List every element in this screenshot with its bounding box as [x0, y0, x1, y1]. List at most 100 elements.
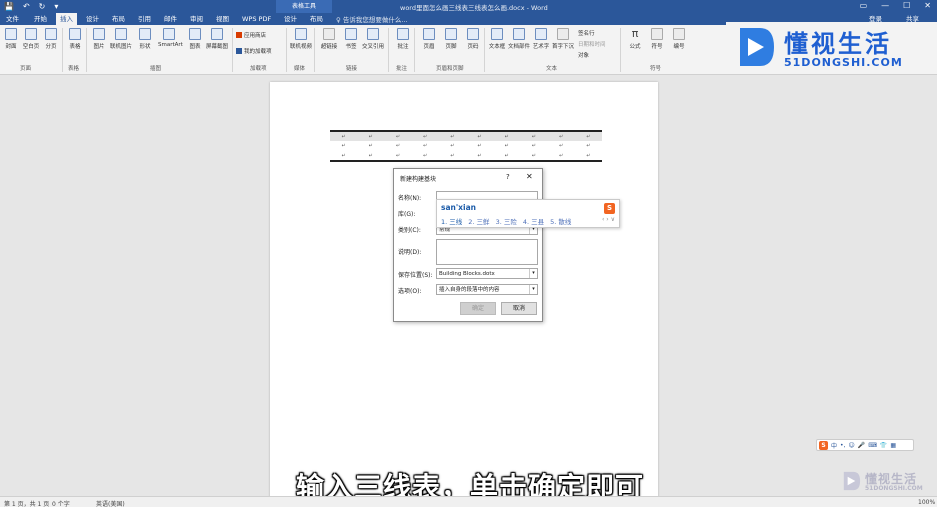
table-cell[interactable]: ↵: [438, 130, 466, 141]
language-indicator[interactable]: 英语(美国): [96, 499, 125, 507]
table-cell[interactable]: ↵: [411, 130, 439, 141]
comment-button[interactable]: 批注: [392, 28, 414, 50]
table-cell[interactable]: ↵: [493, 130, 521, 141]
help-button[interactable]: ?: [506, 173, 510, 181]
maximize-button[interactable]: ☐: [903, 1, 910, 10]
punctuation-toggle[interactable]: •,: [840, 442, 845, 449]
ime-page-nav[interactable]: ‹ › ∨: [602, 216, 615, 223]
page-count[interactable]: 第 1 页，共 1 页: [4, 499, 49, 507]
page-number-button[interactable]: 页码: [462, 28, 484, 50]
three-line-table[interactable]: ↵ ↵ ↵ ↵ ↵ ↵ ↵ ↵ ↵ ↵ ↵ ↵ ↵ ↵ ↵ ↵ ↵ ↵ ↵ ↵ ↵ ↵ ↵ ↵ ↵ ↵ ↵ ↵ ↵ ↵: [330, 130, 602, 166]
dialog-close-button[interactable]: ✕: [526, 172, 533, 181]
wordart-button[interactable]: 艺术字: [530, 28, 552, 50]
zoom-level[interactable]: 100%: [918, 499, 935, 506]
table-cell[interactable]: ↵: [520, 130, 548, 141]
table-cell[interactable]: ↵: [548, 141, 575, 151]
tab-layout[interactable]: 布局: [108, 13, 129, 25]
cross-reference-button[interactable]: 交叉引用: [362, 28, 384, 50]
chinese-mode-toggle[interactable]: 中: [831, 441, 837, 450]
text-box-button[interactable]: 文本框: [486, 28, 508, 50]
smartart-button[interactable]: SmartArt: [158, 28, 183, 48]
minimize-button[interactable]: —: [881, 1, 889, 10]
options-select[interactable]: 插入自身的段落中的内容 ▾: [436, 284, 538, 295]
table-cell[interactable]: ↵: [357, 141, 384, 151]
table-cell[interactable]: ↵: [493, 151, 521, 162]
table-cell[interactable]: ↵: [520, 151, 548, 162]
table-cell[interactable]: ↵: [357, 151, 385, 162]
table-cell[interactable]: ↵: [439, 141, 466, 151]
sogou-logo-icon[interactable]: S: [819, 440, 828, 450]
table-cell[interactable]: ↵: [384, 141, 411, 151]
table-cell[interactable]: ↵: [466, 141, 493, 151]
table-button[interactable]: 表格: [64, 28, 86, 50]
tab-view[interactable]: 视图: [212, 13, 233, 25]
page-break-button[interactable]: 分页: [40, 28, 62, 50]
screenshot-button[interactable]: 屏幕截图: [206, 28, 228, 50]
table-cell[interactable]: ↵: [330, 151, 358, 162]
drop-cap-button[interactable]: 首字下沉: [552, 28, 574, 50]
save-icon[interactable]: 💾: [4, 2, 14, 11]
table-cell[interactable]: ↵: [574, 130, 602, 141]
table-cell[interactable]: ↵: [465, 151, 494, 162]
table-cell[interactable]: ↵: [547, 151, 575, 162]
tab-wps-pdf[interactable]: WPS PDF: [238, 13, 275, 25]
table-cell[interactable]: ↵: [575, 141, 602, 151]
table-cell[interactable]: ↵: [330, 130, 358, 141]
ime-candidate[interactable]: 2. 三鲜: [468, 216, 489, 226]
tab-table-design[interactable]: 设计: [280, 13, 301, 25]
tell-me-search[interactable]: ♀ 告诉我您想要做什么...: [336, 14, 408, 24]
tab-review[interactable]: 审阅: [186, 13, 207, 25]
online-pictures-button[interactable]: 联机图片: [110, 28, 132, 50]
skin-icon[interactable]: 👕: [880, 442, 887, 449]
symbol-button[interactable]: 符号: [646, 28, 668, 50]
table-cell[interactable]: ↵: [384, 130, 412, 141]
table-grid[interactable]: ↵ ↵ ↵ ↵ ↵ ↵ ↵ ↵ ↵ ↵ ↵ ↵ ↵ ↵ ↵ ↵ ↵ ↵ ↵ ↵ ↵ ↵ ↵ ↵ ↵ ↵ ↵ ↵ ↵ ↵: [330, 130, 602, 162]
ribbon-display-icon[interactable]: ▭: [860, 1, 868, 10]
blank-page-button[interactable]: 空白页: [20, 28, 42, 50]
online-video-button[interactable]: 联机视频: [290, 28, 312, 50]
table-row[interactable]: ↵ ↵ ↵ ↵ ↵ ↵ ↵ ↵ ↵ ↵: [330, 130, 602, 141]
ime-candidate[interactable]: 4. 三县: [523, 216, 544, 226]
undo-icon[interactable]: ↶: [23, 2, 30, 11]
pictures-button[interactable]: 图片: [88, 28, 110, 50]
save-in-select[interactable]: Building Blocks.dotx ▾: [436, 268, 538, 279]
table-cell[interactable]: ↵: [357, 130, 385, 141]
signature-line-button[interactable]: 签名行: [578, 29, 595, 37]
date-time-button[interactable]: 日期和时间: [578, 40, 606, 48]
redo-icon[interactable]: ↻: [39, 2, 46, 11]
table-cell[interactable]: ↵: [411, 151, 439, 162]
tab-mailings[interactable]: 邮件: [160, 13, 181, 25]
header-button[interactable]: 页眉: [418, 28, 440, 50]
table-row[interactable]: ↵ ↵ ↵ ↵ ↵ ↵ ↵ ↵ ↵ ↵: [330, 151, 602, 162]
customize-qa-icon[interactable]: ▾: [54, 2, 58, 11]
keyboard-icon[interactable]: ⌨: [868, 442, 877, 449]
numbering-button[interactable]: 编号: [668, 28, 690, 50]
shapes-button[interactable]: 形状: [134, 28, 156, 50]
cancel-button[interactable]: 取消: [501, 302, 537, 315]
bookmark-button[interactable]: 书签: [340, 28, 362, 50]
tab-table-layout[interactable]: 布局: [306, 13, 327, 25]
ok-button[interactable]: 确定: [460, 302, 496, 315]
tab-references[interactable]: 引用: [134, 13, 155, 25]
equation-button[interactable]: π 公式: [624, 28, 646, 51]
microphone-icon[interactable]: 🎤: [858, 442, 865, 449]
emoji-icon[interactable]: ☺: [848, 442, 854, 449]
table-cell[interactable]: ↵: [574, 151, 602, 162]
object-button[interactable]: 对象: [578, 51, 589, 59]
office-store-button[interactable]: 应用商店: [236, 31, 266, 39]
table-cell[interactable]: ↵: [412, 141, 439, 151]
table-cell[interactable]: ↵: [520, 141, 547, 151]
description-field[interactable]: [436, 239, 538, 265]
quick-parts-button[interactable]: 文档部件: [508, 28, 530, 50]
table-cell[interactable]: ↵: [438, 151, 466, 162]
tab-file[interactable]: 文件: [2, 13, 23, 25]
table-cell[interactable]: ↵: [547, 130, 575, 141]
tab-home[interactable]: 开始: [30, 13, 51, 25]
table-cell[interactable]: ↵: [465, 130, 494, 141]
toolbox-icon[interactable]: ▦: [890, 442, 896, 449]
table-cell[interactable]: ↵: [493, 141, 520, 151]
tab-insert[interactable]: 插入: [56, 13, 77, 25]
chart-button[interactable]: 图表: [184, 28, 206, 50]
table-cell[interactable]: ↵: [384, 151, 412, 162]
word-count[interactable]: 0 个字: [52, 499, 70, 507]
